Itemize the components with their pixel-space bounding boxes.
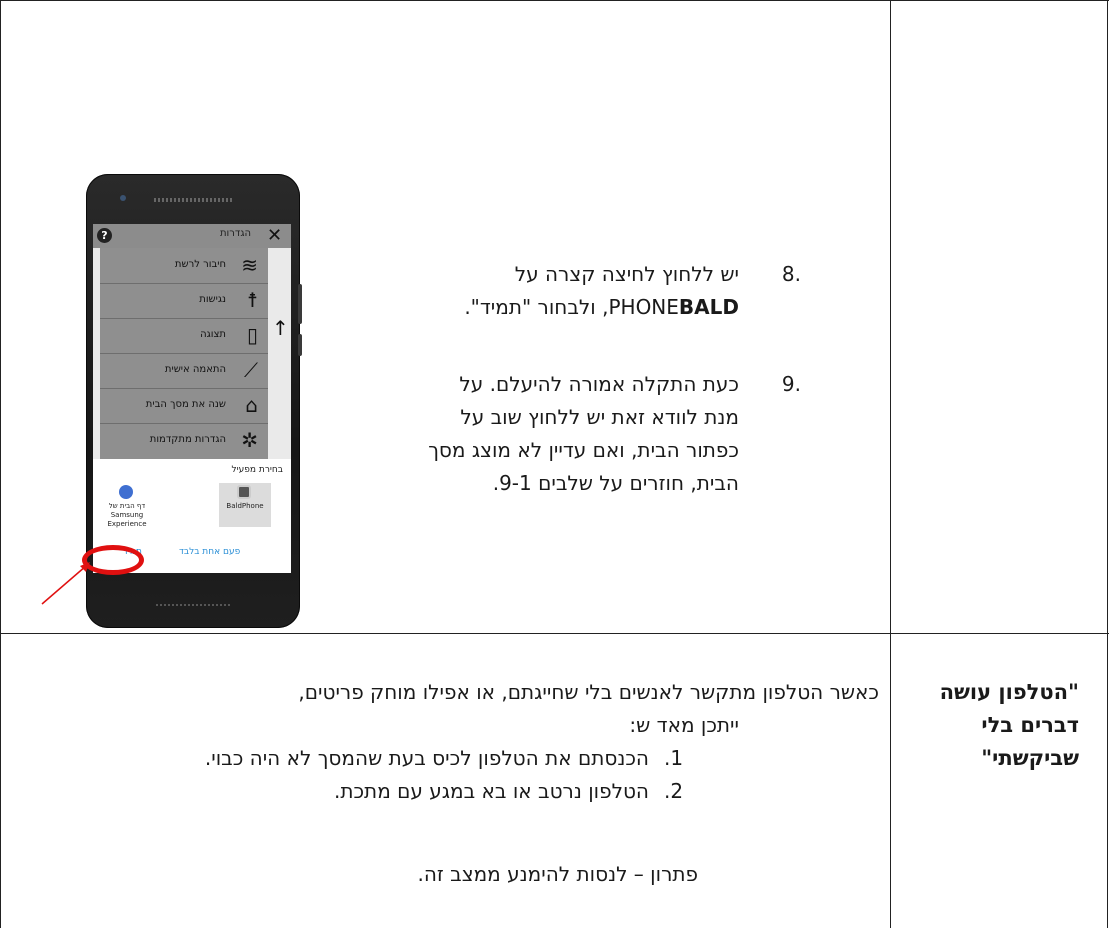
step-number: .8 bbox=[781, 262, 801, 286]
list-item: הכנסתם את הטלפון לכיס בעת שהמסך לא היה כ… bbox=[204, 746, 649, 770]
row-heading: "הטלפון עושה דברים בלי שביקשתי" bbox=[889, 676, 1079, 775]
brand-regular: PHONE bbox=[608, 295, 679, 319]
scroll-column bbox=[269, 248, 291, 459]
phone-screen: ? הגדרות ✕ ≋ חיבור לרשת ☨ נגישות ▯ תצוגה… bbox=[93, 224, 291, 573]
heading-line: שביקשתי" bbox=[981, 746, 1079, 770]
menu-item-advanced[interactable]: ✲ הגדרות מתקדמות bbox=[100, 423, 268, 458]
menu-item-label: שנה את מסך הבית bbox=[145, 399, 226, 410]
speaker-grille bbox=[154, 198, 234, 202]
list-item: הטלפון נרטב או בא במגע עם מתכת. bbox=[333, 779, 649, 803]
front-camera bbox=[120, 195, 126, 201]
list-number: .1 bbox=[664, 746, 684, 770]
accessibility-icon: ☨ bbox=[247, 288, 258, 312]
solution-text: פתרון – לנסות להימנע ממצב זה. bbox=[417, 862, 698, 886]
step-8-suffix: , ולבחור "תמיד". bbox=[464, 295, 609, 319]
settings-header: ? הגדרות bbox=[93, 224, 291, 248]
annotation-arrow bbox=[41, 562, 90, 605]
baldphone-app-icon bbox=[237, 485, 251, 499]
option-once[interactable]: פעם אחת בלבד bbox=[179, 547, 240, 557]
step-9-line: כפתור הבית, ואם עדיין לא מוצג מסך bbox=[428, 438, 739, 462]
table-border-right bbox=[1107, 0, 1108, 928]
side-button bbox=[298, 334, 302, 356]
table-column-divider bbox=[890, 0, 891, 928]
settings-menu: ≋ חיבור לרשת ☨ נגישות ▯ תצוגה ⟋ התאמה אי… bbox=[100, 248, 268, 459]
menu-item-label: התאמה אישית bbox=[164, 364, 226, 375]
table-border-left bbox=[0, 0, 1, 928]
menu-item-label: נגישות bbox=[199, 294, 226, 305]
gear-icon: ✲ bbox=[241, 428, 258, 452]
heading-line: דברים בלי bbox=[981, 713, 1079, 737]
chooser-title: בחירת מפעיל bbox=[231, 465, 283, 475]
menu-item-label: תצוגה bbox=[200, 329, 226, 340]
side-button bbox=[298, 284, 302, 324]
menu-item-personalize[interactable]: ⟋ התאמה אישית bbox=[100, 353, 268, 389]
brand-bold: BALD bbox=[678, 295, 739, 319]
intro-line1: כאשר הטלפון מתקשר לאנשים בלי שחייגתם, או… bbox=[298, 680, 879, 704]
step-8-line2: BALDPHONE, ולבחור "תמיד". bbox=[399, 291, 739, 324]
table-border-top bbox=[0, 0, 1109, 1]
menu-item-network[interactable]: ≋ חיבור לרשת bbox=[100, 248, 268, 284]
step-9-line: מנת לוודא זאת יש ללחוץ שוב על bbox=[460, 405, 739, 429]
settings-title: הגדרות bbox=[219, 228, 251, 239]
table-row-divider bbox=[0, 633, 1109, 634]
menu-item-label: הגדרות מתקדמות bbox=[149, 434, 226, 445]
step-9-line: כעת התקלה אמורה להיעלם. על bbox=[459, 372, 739, 396]
home-icon: ⌂ bbox=[245, 393, 258, 417]
wifi-icon: ≋ bbox=[241, 253, 258, 277]
brush-icon: ⟋ bbox=[244, 358, 258, 382]
list-number: .2 bbox=[664, 779, 684, 803]
menu-item-home-screen[interactable]: ⌂ שנה את מסך הבית bbox=[100, 388, 268, 424]
bottom-grille bbox=[156, 604, 230, 606]
step-8: .8 יש ללחוץ לחיצה קצרה על BALDPHONE, ולב… bbox=[399, 258, 801, 324]
step-9: .9 כעת התקלה אמורה להיעלם. על מנת לוודא … bbox=[339, 368, 801, 500]
step-8-line1: יש ללחוץ לחיצה קצרה על bbox=[514, 262, 739, 286]
samsung-app-icon bbox=[119, 485, 133, 499]
app-name: BaldPhone bbox=[226, 502, 264, 510]
app-name: דף הבית של Samsung Experience bbox=[107, 502, 147, 528]
step-number: .9 bbox=[781, 372, 801, 396]
arrow-up-icon[interactable]: ↑ bbox=[272, 316, 289, 340]
intro-line2: ייתכן מאד ש: bbox=[629, 713, 739, 737]
step-9-line: הבית, חוזרים על שלבים 9-1. bbox=[492, 471, 739, 495]
heading-line: "הטלפון עושה bbox=[939, 680, 1079, 704]
close-icon[interactable]: ✕ bbox=[267, 224, 282, 248]
phone-icon: ▯ bbox=[246, 323, 258, 347]
menu-item-accessibility[interactable]: ☨ נגישות bbox=[100, 283, 268, 319]
app-option-baldphone[interactable]: BaldPhone bbox=[219, 483, 271, 527]
help-icon[interactable]: ? bbox=[97, 228, 112, 243]
menu-item-display[interactable]: ▯ תצוגה bbox=[100, 318, 268, 354]
menu-item-label: חיבור לרשת bbox=[174, 259, 226, 270]
app-option-samsung[interactable]: דף הבית של Samsung Experience bbox=[101, 483, 153, 528]
